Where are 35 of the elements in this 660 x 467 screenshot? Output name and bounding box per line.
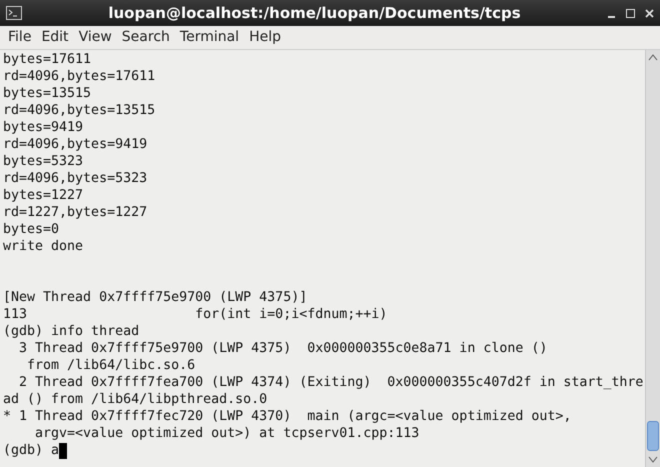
terminal-line: (gdb) info thread xyxy=(3,323,140,340)
terminal-line: 2 Thread 0x7ffff7fea700 (LWP 4374) (Exiting) 0x000000355c407d2f in start_thre xyxy=(18,374,644,391)
terminal-line: bytes=17611 xyxy=(3,51,92,68)
terminal-icon xyxy=(6,6,22,20)
close-icon[interactable] xyxy=(645,8,654,18)
terminal-line: bytes=0 xyxy=(3,221,60,238)
terminal-line: ad () from /lib64/libpthread.so.0 xyxy=(3,391,268,408)
window-title: luopan@localhost:/home/luopan/Documents/tcps xyxy=(108,2,521,24)
menu-item[interactable]: View xyxy=(74,27,117,48)
terminal-line: rd=4096,bytes=17611 xyxy=(3,68,156,85)
terminal-line: from /lib64/libc.so.6 xyxy=(26,357,196,374)
terminal-line: rd=4096,bytes=9419 xyxy=(3,136,148,153)
terminal-line: bytes=9419 xyxy=(3,119,84,136)
terminal-line: 3 Thread 0x7ffff75e9700 (LWP 4375) 0x000000355c0e8a71 in clone () xyxy=(18,340,548,357)
terminal-line: rd=4096,bytes=5323 xyxy=(3,170,148,187)
terminal-line: rd=1227,bytes=1227 xyxy=(3,204,148,221)
menu-item[interactable]: Help xyxy=(244,27,286,48)
terminal-line: 113 for(int i=0;i<fdnum;++i) xyxy=(3,306,388,323)
scrollbar-thumb[interactable] xyxy=(647,421,659,451)
menu-item[interactable]: Terminal xyxy=(174,27,244,48)
menu-item[interactable]: Search xyxy=(116,27,175,48)
terminal-line: [New Thread 0x7ffff75e9700 (LWP 4375)] xyxy=(3,289,308,306)
text-cursor xyxy=(59,442,68,458)
prompt-line[interactable]: (gdb) a xyxy=(3,442,60,459)
menu-item[interactable]: File xyxy=(3,27,36,48)
terminal-line: rd=4096,bytes=13515 xyxy=(3,102,156,119)
terminal-line: argv=<value optimized out>) at tcpserv01.cpp:113 xyxy=(34,425,420,442)
terminal-line: bytes=5323 xyxy=(3,153,84,170)
scrollbar[interactable] xyxy=(645,50,660,467)
terminal-line: bytes=1227 xyxy=(3,187,84,204)
terminal-line: write done xyxy=(3,238,84,255)
menu-item[interactable]: Edit xyxy=(36,27,74,48)
terminal-line: * 1 Thread 0x7ffff7fec720 (LWP 4370) main (argc=<value optimized out>, xyxy=(3,408,572,425)
terminal-line: bytes=13515 xyxy=(3,85,92,102)
maximize-icon[interactable] xyxy=(626,8,635,18)
